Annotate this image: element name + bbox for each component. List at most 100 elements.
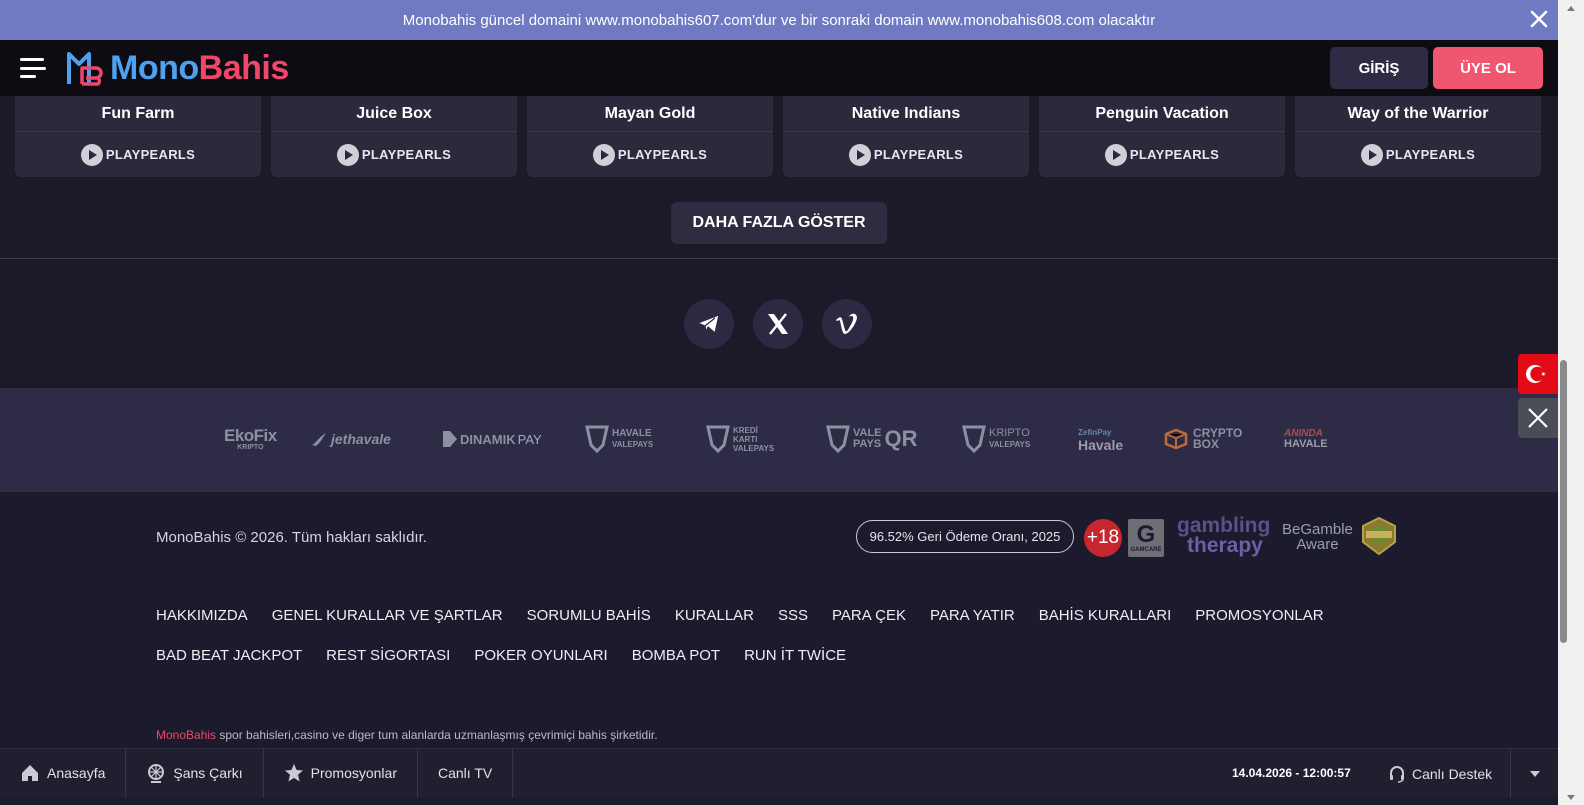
provider-logo: PLAYPEARLS — [527, 132, 773, 177]
shield-icon — [706, 425, 730, 453]
bottom-nav: Anasayfa Şans Çarkı Promosyonlar Canlı T… — [0, 748, 1558, 798]
main-content: Fun Farm PLAYPEARLS Juice Box PLAYPEARLS May… — [0, 96, 1558, 388]
cube-icon — [1164, 428, 1188, 450]
menu-icon[interactable] — [20, 58, 46, 78]
game-card[interactable]: Penguin Vacation PLAYPEARLS — [1039, 96, 1285, 177]
payment-qr-label: QR — [884, 426, 918, 451]
clock: 14.04.2026 - 12:00:57 — [1232, 766, 1351, 780]
payment-dinamikpay-b: PAY — [517, 431, 542, 447]
side-close-button[interactable] — [1518, 398, 1558, 438]
divider — [0, 258, 1558, 259]
close-icon[interactable] — [1528, 8, 1550, 30]
provider-logo: PLAYPEARLS — [783, 132, 1029, 177]
telegram-link[interactable] — [684, 299, 734, 349]
payment-havale-valepays: HAVALE VALEPAYS — [585, 424, 653, 454]
footer-link[interactable]: BOMBA POT — [632, 647, 720, 664]
nav-live-tv[interactable]: Canlı TV — [418, 748, 514, 798]
social-links — [684, 299, 872, 349]
gambling-therapy-b: therapy — [1187, 534, 1263, 557]
age-restriction-badge: +18 — [1084, 519, 1122, 557]
tagline-text: spor bahisleri,casino ve diger tum alanl… — [216, 728, 658, 742]
nav-wheel[interactable]: Şans Çarkı — [126, 748, 264, 798]
game-card[interactable]: Way of the Warrior PLAYPEARLS — [1295, 96, 1541, 177]
game-card[interactable]: Juice Box PLAYPEARLS — [271, 96, 517, 177]
footer-link[interactable]: GENEL KURALLAR VE ŞARTLAR — [272, 607, 503, 624]
logo-bahis: Bahis — [198, 48, 290, 87]
begambleaware-logo[interactable]: BeGamble Aware — [1282, 522, 1353, 552]
begambleaware-a: BeGamble — [1282, 521, 1353, 538]
provider-name: PLAYPEARLS — [1385, 147, 1476, 162]
payment-dinamikpay: DINAMIK PAY — [442, 424, 542, 454]
nav-home[interactable]: Anasayfa — [0, 748, 127, 798]
provider-name: PLAYPEARLS — [105, 147, 196, 162]
tagline: MonoBahis spor bahisleri,casino ve diger… — [156, 728, 658, 742]
page-scrollbar[interactable] — [1558, 0, 1584, 805]
scroll-up-arrow[interactable] — [1558, 0, 1584, 16]
provider-logo: PLAYPEARLS — [1039, 132, 1285, 177]
show-more-button[interactable]: DAHA FAZLA GÖSTER — [671, 202, 887, 244]
payment-havale-label: HAVALE — [612, 428, 652, 439]
game-card[interactable]: Fun Farm PLAYPEARLS — [15, 96, 261, 177]
signup-button[interactable]: ÜYE OL — [1433, 47, 1543, 89]
footer-link[interactable]: PARA YATIR — [930, 607, 1015, 624]
logo-mark-icon — [67, 52, 103, 86]
payment-jethavale: jethavale — [310, 424, 391, 454]
footer-link[interactable]: SSS — [778, 607, 808, 624]
shield-icon — [585, 425, 609, 453]
vimeo-link[interactable] — [822, 299, 872, 349]
game-card[interactable]: Mayan Gold PLAYPEARLS — [527, 96, 773, 177]
nav-promotions-label: Promosyonlar — [310, 765, 397, 781]
footer-link[interactable]: POKER OYUNLARI — [474, 647, 607, 664]
payment-kredi-b: KARTI — [733, 434, 758, 444]
begambleaware-b: Aware — [1296, 536, 1339, 553]
payment-jethavale-label: jethavale — [331, 431, 391, 447]
provider-name: PLAYPEARLS — [617, 147, 708, 162]
x-icon — [768, 313, 788, 335]
payment-zefinpay: ZefinPay Havale — [1078, 424, 1123, 454]
login-button[interactable]: GİRİŞ — [1330, 47, 1428, 89]
play-icon — [1104, 143, 1127, 166]
footer-link[interactable]: BAD BEAT JACKPOT — [156, 647, 302, 664]
footer-link[interactable]: REST SİGORTASI — [326, 647, 450, 664]
footer-link[interactable]: PROMOSYONLAR — [1195, 607, 1323, 624]
payment-valepays-b: PAYS — [853, 438, 882, 450]
nav-home-label: Anasayfa — [47, 765, 106, 781]
x-link[interactable] — [753, 299, 803, 349]
footer-link[interactable]: RUN İT TWİCE — [744, 647, 846, 664]
headset-icon — [1390, 765, 1404, 783]
game-title: Fun Farm — [15, 96, 261, 132]
live-support-button[interactable]: Canlı Destek — [1388, 749, 1492, 798]
site-header: MonoBahis GİRİŞ ÜYE OL — [0, 40, 1558, 96]
nav-live-tv-label: Canlı TV — [438, 765, 493, 781]
provider-logo: PLAYPEARLS — [271, 132, 517, 177]
play-icon — [848, 143, 871, 166]
star-icon — [284, 764, 303, 782]
logo[interactable]: MonoBahis — [66, 48, 289, 88]
arrow-up-icon — [1567, 5, 1575, 11]
gamcare-logo[interactable]: G GAMCARE — [1128, 519, 1164, 557]
rtp-badge: 96.52% Geri Ödeme Oranı, 2025 — [856, 520, 1074, 553]
copyright: MonoBahis © 2026. Tüm hakları saklıdır. — [156, 529, 427, 546]
license-seal-icon[interactable] — [1360, 516, 1398, 556]
payment-ekofix-sub: KRIPTO — [237, 443, 264, 451]
payment-ekofix-label: EkoFix — [224, 425, 277, 445]
scroll-down-arrow[interactable] — [1558, 789, 1584, 805]
footer-link[interactable]: PARA ÇEK — [832, 607, 906, 624]
shield-icon — [962, 425, 986, 453]
footer-link[interactable]: KURALLAR — [675, 607, 754, 624]
payment-crypto-box: CRYPTO BOX — [1163, 424, 1242, 454]
scrollbar-thumb[interactable] — [1560, 360, 1567, 643]
tagline-brand[interactable]: MonoBahis — [156, 728, 216, 742]
logo-text: MonoBahis — [110, 49, 289, 88]
play-icon — [336, 143, 359, 166]
nav-promotions[interactable]: Promosyonlar — [264, 748, 418, 798]
footer-link[interactable]: HAKKIMIZDA — [156, 607, 248, 624]
language-flag-turkey[interactable] — [1518, 354, 1558, 394]
game-grid: Fun Farm PLAYPEARLS Juice Box PLAYPEARLS May… — [15, 96, 1541, 177]
game-card[interactable]: Native Indians PLAYPEARLS — [783, 96, 1029, 177]
footer-link[interactable]: SORUMLU BAHİS — [527, 607, 651, 624]
expand-button[interactable] — [1510, 749, 1558, 798]
gambling-therapy-logo[interactable]: gambling therapy — [1177, 515, 1270, 557]
logo-mono: Mono — [110, 48, 199, 87]
footer-link[interactable]: BAHİS KURALLARI — [1039, 607, 1172, 624]
